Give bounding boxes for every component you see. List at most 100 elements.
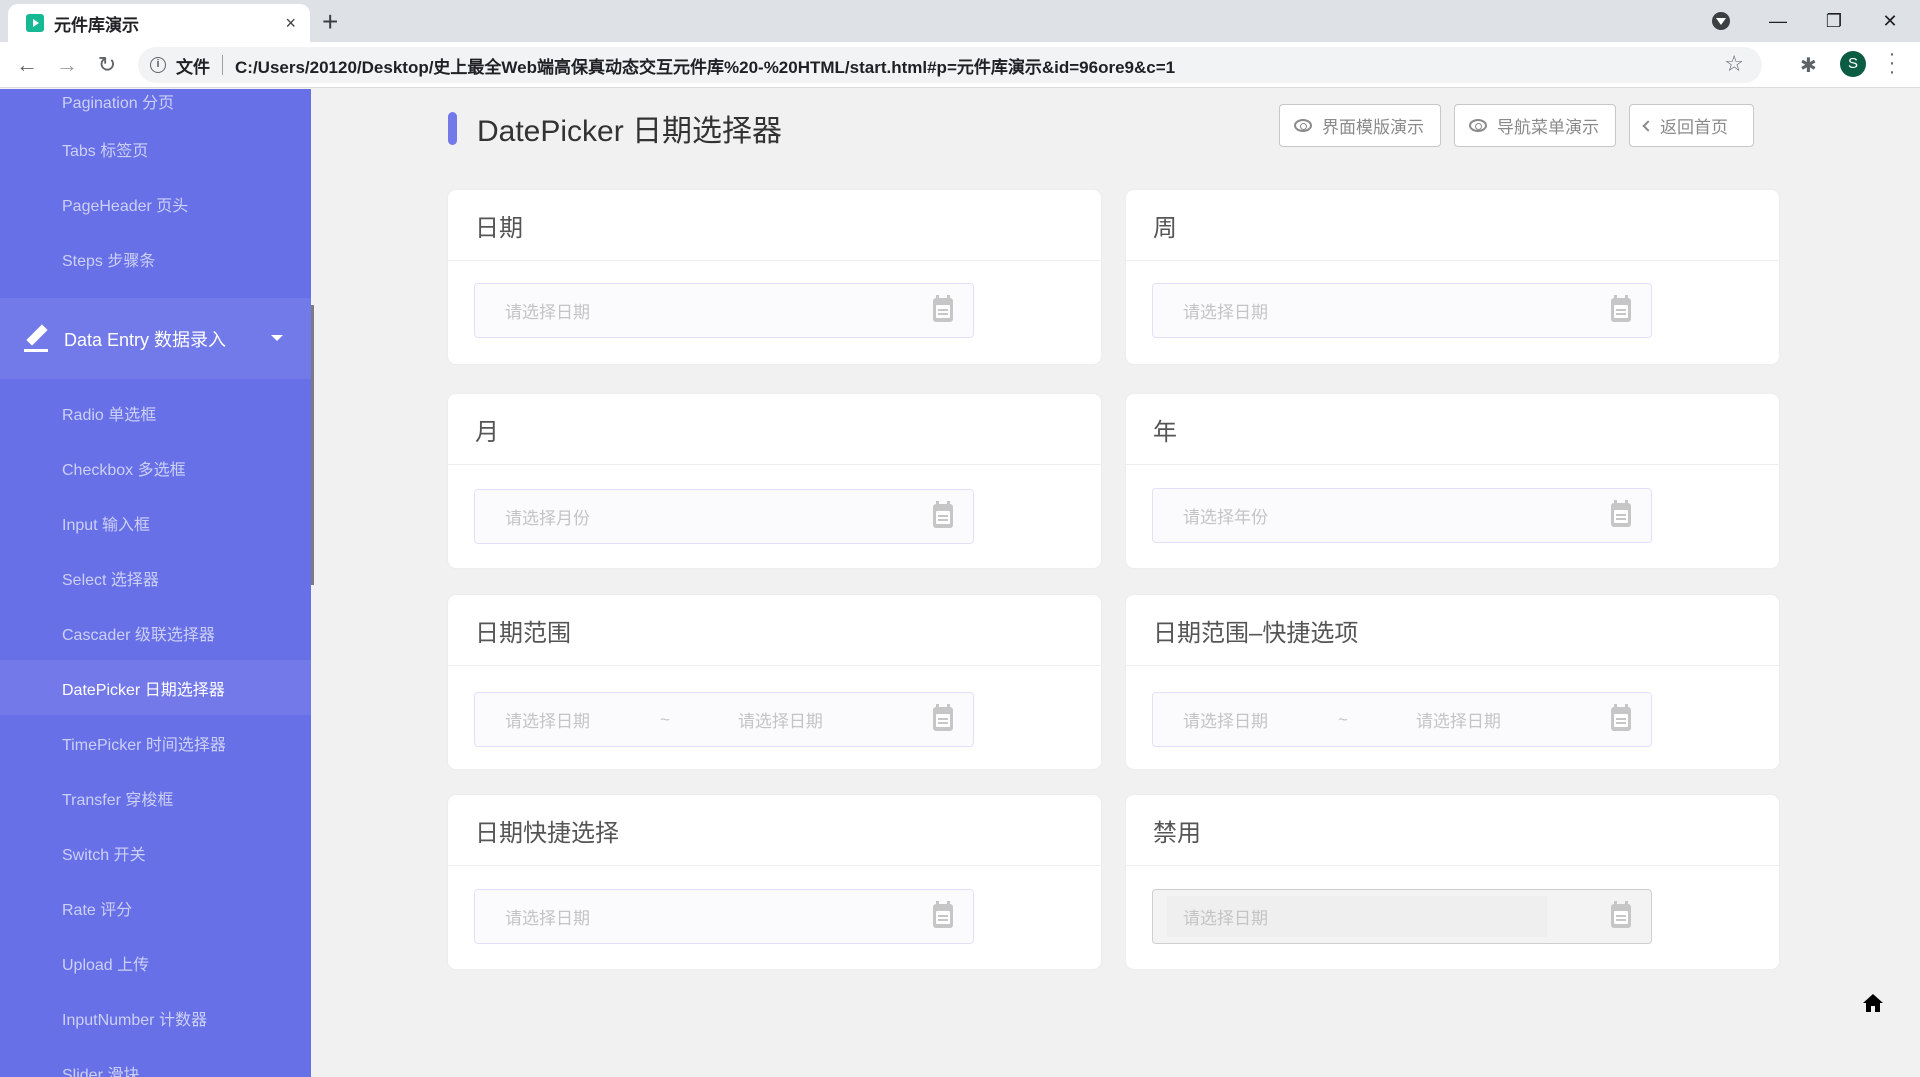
address-bar[interactable]: i 文件 C:/Users/20120/Desktop/史上最全Web端高保真动… <box>138 47 1762 83</box>
button-label: 界面模版演示 <box>1322 118 1424 137</box>
card-title: 日期范围–快捷选项 <box>1126 595 1779 666</box>
sidebar-item-rate[interactable]: Rate 评分 <box>0 880 311 935</box>
calendar-icon <box>933 501 953 528</box>
date-range-shortcut-picker-input[interactable]: 请选择日期 ~ 请选择日期 <box>1152 692 1652 747</box>
tab-title: 元件库演示 <box>54 15 139 35</box>
button-label: 导航菜单演示 <box>1497 118 1599 137</box>
calendar-icon <box>1611 500 1631 527</box>
sidebar-item-input[interactable]: Input 输入框 <box>0 495 311 550</box>
calendar-icon <box>1611 704 1631 731</box>
range-separator: ~ <box>1338 709 1348 729</box>
url-text[interactable]: C:/Users/20120/Desktop/史上最全Web端高保真动态交互元件… <box>235 53 1175 78</box>
profile-avatar[interactable]: S <box>1840 51 1866 77</box>
pencil-icon <box>24 323 48 352</box>
date-shortcut-picker-input[interactable]: 请选择日期 <box>474 889 974 944</box>
sidebar-item-slider[interactable]: Slider 滑块 <box>0 1045 311 1077</box>
page-header: DatePicker 日期选择器 <box>448 108 782 148</box>
card-date-range: 日期范围 请选择日期 ~ 请选择日期 <box>448 595 1101 769</box>
info-icon[interactable]: i <box>150 57 166 73</box>
sidebar-item-switch[interactable]: Switch 开关 <box>0 825 311 880</box>
placeholder: 请选择年份 <box>1183 508 1268 527</box>
calendar-icon <box>1611 295 1631 322</box>
scheme-label: 文件 <box>176 57 210 77</box>
start-placeholder[interactable]: 请选择日期 <box>1183 707 1268 732</box>
home-icon[interactable] <box>1862 993 1884 1013</box>
sidebar: Pagination 分页 Tabs 标签页 PageHeader 页头 Ste… <box>0 89 311 1077</box>
browser-menu-icon[interactable]: · · · <box>1888 44 1896 82</box>
new-tab-button[interactable]: + <box>322 6 338 38</box>
range-separator: ~ <box>660 709 670 729</box>
divider <box>222 55 223 75</box>
card-title: 年 <box>1126 394 1779 465</box>
chevron-left-icon <box>1642 119 1654 132</box>
tab-search-icon[interactable] <box>1712 12 1730 30</box>
end-placeholder[interactable]: 请选择日期 <box>1416 707 1501 732</box>
sidebar-item-tabs[interactable]: Tabs 标签页 <box>0 121 311 176</box>
back-home-button[interactable]: 返回首页 <box>1629 104 1754 147</box>
sidebar-item-radio[interactable]: Radio 单选框 <box>0 385 311 440</box>
browser-tab[interactable]: 元件库演示 × <box>8 4 310 42</box>
sidebar-item-timepicker[interactable]: TimePicker 时间选择器 <box>0 715 311 770</box>
sidebar-item-select[interactable]: Select 选择器 <box>0 550 311 605</box>
sidebar-item-datepicker[interactable]: DatePicker 日期选择器 <box>0 660 311 715</box>
card-title: 月 <box>448 394 1101 465</box>
card-title: 日期快捷选择 <box>448 795 1101 866</box>
browser-tab-strip: 元件库演示 × + — ❐ ✕ <box>0 0 1920 42</box>
bookmark-star-icon[interactable]: ☆ <box>1724 51 1744 77</box>
title-accent-bar <box>448 111 457 145</box>
back-button[interactable]: ← <box>12 50 42 80</box>
calendar-icon <box>933 704 953 731</box>
date-range-picker-input[interactable]: 请选择日期 ~ 请选择日期 <box>474 692 974 747</box>
restore-button[interactable]: ❐ <box>1806 0 1862 42</box>
sidebar-item-pagination[interactable]: Pagination 分页 <box>0 89 311 113</box>
card-disabled: 禁用 请选择日期 <box>1126 795 1779 969</box>
sidebar-group-data-entry[interactable]: Data Entry 数据录入 <box>0 298 311 379</box>
disabled-input-field: 请选择日期 <box>1167 896 1547 937</box>
button-label: 返回首页 <box>1660 118 1728 137</box>
card-date: 日期 请选择日期 <box>448 190 1101 364</box>
sidebar-item-upload[interactable]: Upload 上传 <box>0 935 311 990</box>
minimize-button[interactable]: — <box>1750 0 1806 42</box>
sidebar-item-transfer[interactable]: Transfer 穿梭框 <box>0 770 311 825</box>
sidebar-group-label: Data Entry 数据录入 <box>64 329 227 350</box>
sidebar-item-pageheader[interactable]: PageHeader 页头 <box>0 176 311 231</box>
end-placeholder[interactable]: 请选择日期 <box>738 707 823 732</box>
placeholder: 请选择日期 <box>505 303 590 322</box>
card-week: 周 请选择日期 <box>1126 190 1779 364</box>
page-title: DatePicker 日期选择器 <box>477 115 783 148</box>
calendar-icon <box>1611 901 1631 928</box>
sidebar-item-steps[interactable]: Steps 步骤条 <box>0 231 311 286</box>
year-picker-input[interactable]: 请选择年份 <box>1152 488 1652 543</box>
forward-button[interactable]: → <box>52 50 82 80</box>
caret-down-icon <box>271 335 283 341</box>
card-date-shortcuts: 日期快捷选择 请选择日期 <box>448 795 1101 969</box>
card-title: 日期范围 <box>448 595 1101 666</box>
template-demo-button[interactable]: 界面模版演示 <box>1279 104 1441 147</box>
calendar-icon <box>933 901 953 928</box>
calendar-icon <box>933 295 953 322</box>
date-picker-input[interactable]: 请选择日期 <box>474 283 974 338</box>
sidebar-scrollbar[interactable] <box>311 305 314 585</box>
week-picker-input[interactable]: 请选择日期 <box>1152 283 1652 338</box>
favicon-icon <box>26 14 44 32</box>
start-placeholder[interactable]: 请选择日期 <box>505 707 590 732</box>
eye-icon <box>1469 119 1487 132</box>
placeholder: 请选择日期 <box>505 909 590 928</box>
sidebar-item-checkbox[interactable]: Checkbox 多选框 <box>0 440 311 495</box>
extensions-icon[interactable]: ✱ <box>1800 53 1817 78</box>
close-window-button[interactable]: ✕ <box>1862 0 1918 42</box>
card-date-range-shortcuts: 日期范围–快捷选项 请选择日期 ~ 请选择日期 <box>1126 595 1779 769</box>
card-title: 禁用 <box>1126 795 1779 866</box>
card-title: 周 <box>1126 190 1779 261</box>
reload-button[interactable]: ↻ <box>92 50 122 80</box>
month-picker-input[interactable]: 请选择月份 <box>474 489 974 544</box>
eye-icon <box>1294 119 1312 132</box>
placeholder: 请选择日期 <box>1183 303 1268 322</box>
sidebar-item-inputnumber[interactable]: InputNumber 计数器 <box>0 990 311 1045</box>
nav-menu-demo-button[interactable]: 导航菜单演示 <box>1454 104 1616 147</box>
card-month: 月 请选择月份 <box>448 394 1101 568</box>
placeholder: 请选择日期 <box>1183 909 1268 928</box>
tab-close-button[interactable]: × <box>285 13 296 34</box>
sidebar-item-cascader[interactable]: Cascader 级联选择器 <box>0 605 311 660</box>
card-year: 年 请选择年份 <box>1126 394 1779 568</box>
